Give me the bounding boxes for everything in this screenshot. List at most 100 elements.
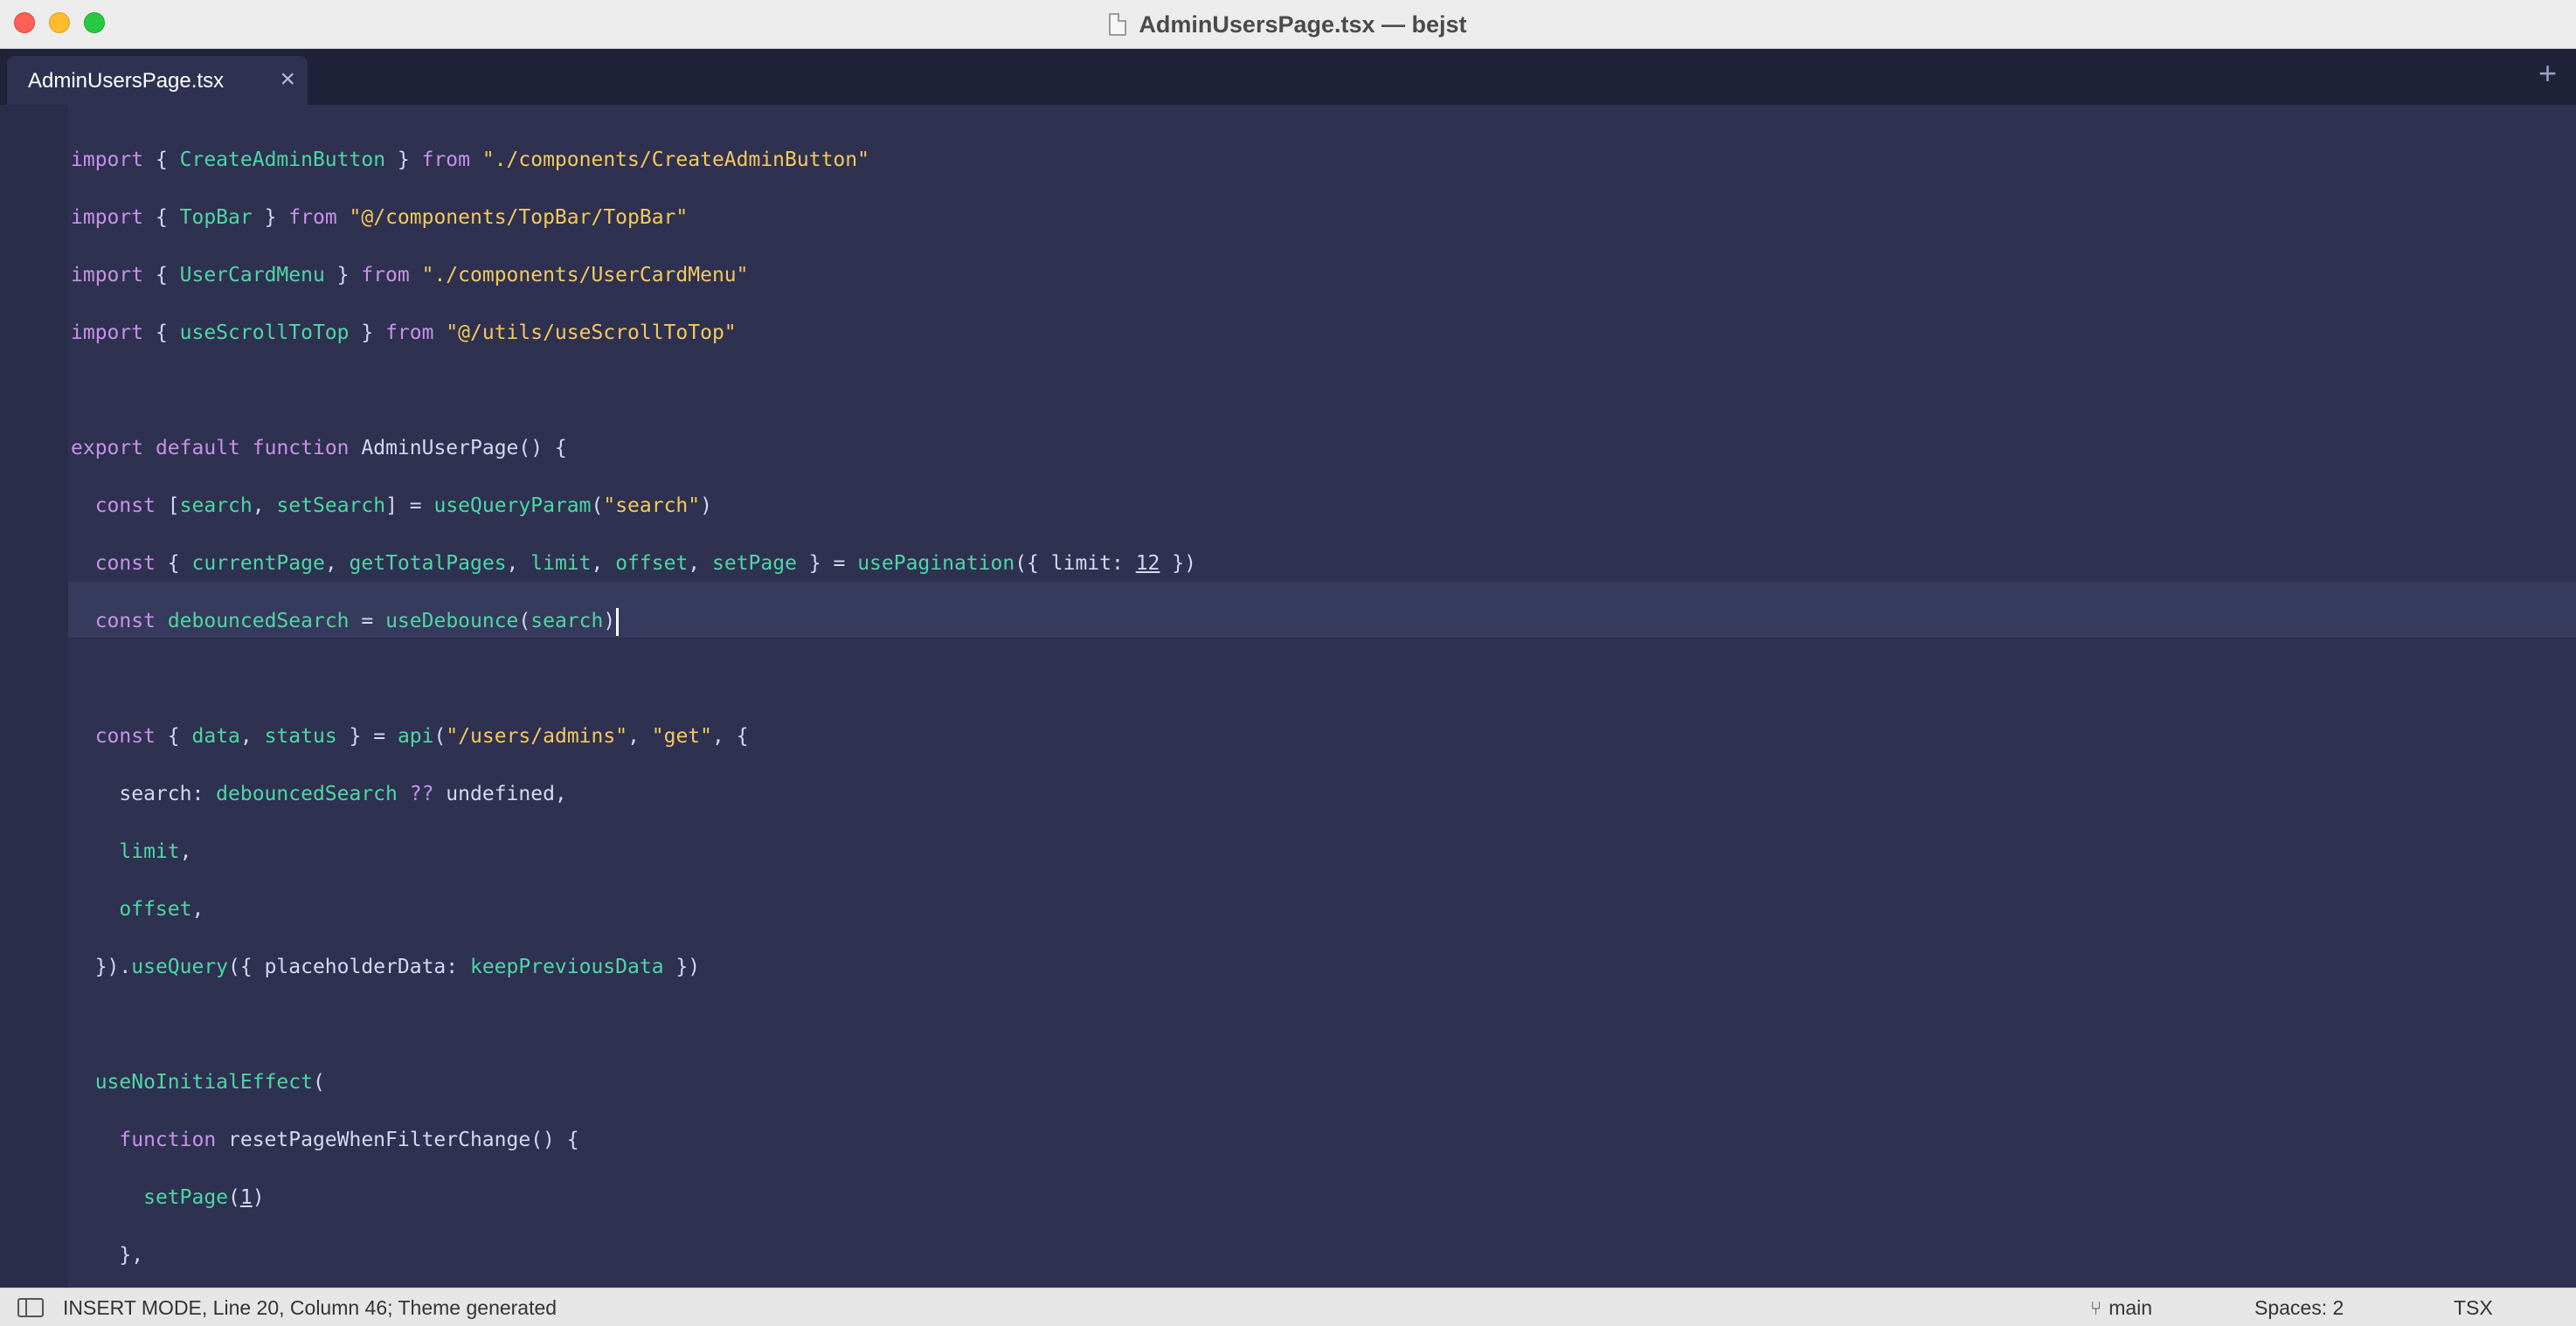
code-token: useQueryParam xyxy=(433,494,592,517)
code-line[interactable]: import { CreateAdminButton } from "./com… xyxy=(71,131,1196,189)
code-token: keepPreviousData xyxy=(469,956,664,978)
tab-label: AdminUsersPage.tsx xyxy=(28,69,225,93)
code-token: AdminUserPage() { xyxy=(349,437,567,459)
title-bar: AdminUsersPage.tsx — bejst xyxy=(0,0,2576,49)
code-token: ( xyxy=(433,725,447,748)
code-token: }) xyxy=(1160,552,1196,575)
code-line[interactable]: useNoInitialEffect( xyxy=(71,1053,1196,1111)
code-line[interactable]: search: debouncedSearch ?? undefined, xyxy=(71,765,1196,823)
code-line[interactable] xyxy=(71,650,1196,708)
code-token: "./components/UserCardMenu" xyxy=(421,264,749,287)
syntax-selector[interactable]: TSX xyxy=(2454,1296,2493,1320)
window-title-wrap: AdminUsersPage.tsx — bejst xyxy=(0,0,2576,49)
code-token: ) xyxy=(603,610,616,632)
code-token: ( xyxy=(591,494,604,517)
code-line[interactable]: }).useQuery({ placeholderData: keepPrevi… xyxy=(71,938,1196,996)
new-tab-button[interactable]: + xyxy=(2538,56,2557,91)
code-line[interactable]: const { currentPage, getTotalPages, limi… xyxy=(71,535,1196,592)
code-token: function xyxy=(119,1129,217,1151)
code-token: { xyxy=(143,148,180,171)
code-token: setSearch xyxy=(276,494,386,517)
code-line[interactable]: setPage(1) xyxy=(71,1169,1196,1226)
code-token: currentPage xyxy=(191,552,325,575)
code-token: }, xyxy=(71,1244,144,1267)
code-token: "search" xyxy=(603,494,701,517)
code-token: TopBar xyxy=(179,206,253,229)
code-token: { xyxy=(143,264,180,287)
status-bar: INSERT MODE, Line 20, Column 46; Theme g… xyxy=(0,1288,2576,1326)
code-area[interactable]: import { CreateAdminButton } from "./com… xyxy=(71,131,1196,1284)
code-token: undefined, xyxy=(433,783,567,805)
code-token: } xyxy=(385,148,422,171)
code-token: , xyxy=(179,840,192,863)
code-token: , { xyxy=(712,725,749,748)
code-token: data xyxy=(191,725,240,748)
code-token: ({ limit: xyxy=(1014,552,1136,575)
code-line[interactable]: offset, xyxy=(71,881,1196,938)
code-token: useDebounce xyxy=(385,610,519,632)
code-token: import xyxy=(71,148,144,171)
code-token: , xyxy=(591,552,616,575)
code-line[interactable]: const { data, status } = api("/users/adm… xyxy=(71,708,1196,765)
code-line[interactable]: const debouncedSearch = useDebounce(sear… xyxy=(71,592,1196,650)
tab-close-icon[interactable]: × xyxy=(280,65,295,94)
code-line[interactable]: import { UserCardMenu } from "./componen… xyxy=(71,246,1196,304)
code-line[interactable]: limit, xyxy=(71,823,1196,881)
code-token: , xyxy=(191,898,204,921)
editor-window: AdminUsersPage.tsx — bejst AdminUsersPag… xyxy=(0,0,2576,1326)
code-token: = xyxy=(349,610,386,632)
code-line[interactable]: function resetPageWhenFilterChange() { xyxy=(71,1111,1196,1169)
code-line[interactable]: import { TopBar } from "@/components/Top… xyxy=(71,189,1196,246)
code-token: ( xyxy=(518,610,531,632)
code-token: default xyxy=(155,437,240,459)
code-token: UserCardMenu xyxy=(179,264,325,287)
code-token: "@/utils/useScrollToTop" xyxy=(446,321,737,344)
code-token: debouncedSearch xyxy=(167,610,350,632)
indentation-setting[interactable]: Spaces: 2 xyxy=(2254,1296,2344,1320)
code-token: }). xyxy=(71,956,132,978)
code-token: from xyxy=(288,206,337,229)
code-token: ] = xyxy=(385,494,434,517)
status-mode-text: INSERT MODE, Line 20, Column 46; Theme g… xyxy=(63,1296,557,1319)
code-token: "get" xyxy=(651,725,713,748)
git-branch-icon: ⑂ xyxy=(2090,1296,2102,1319)
code-token: import xyxy=(71,264,144,287)
code-token: ( xyxy=(312,1071,325,1094)
branch-name: main xyxy=(2109,1296,2153,1319)
code-line[interactable]: }, xyxy=(71,1226,1196,1284)
code-token: api xyxy=(397,725,434,748)
code-line[interactable] xyxy=(71,996,1196,1053)
sidebar-toggle-icon[interactable] xyxy=(17,1298,44,1317)
code-line[interactable]: export default function AdminUserPage() … xyxy=(71,419,1196,477)
tab-adminuserspage[interactable]: AdminUsersPage.tsx × xyxy=(7,56,308,105)
code-token: getTotalPages xyxy=(349,552,507,575)
code-token: setPage xyxy=(712,552,797,575)
code-token: const xyxy=(94,552,156,575)
code-editor[interactable]: import { CreateAdminButton } from "./com… xyxy=(0,105,2576,1288)
code-token: , xyxy=(688,552,712,575)
code-line[interactable]: const [search, setSearch] = useQueryPara… xyxy=(71,477,1196,535)
code-token: offset xyxy=(615,552,689,575)
code-token: , xyxy=(506,552,531,575)
code-token: search: xyxy=(71,783,217,805)
code-token: ) xyxy=(252,1186,265,1209)
code-token: 12 xyxy=(1135,552,1160,575)
code-token: setPage xyxy=(143,1186,229,1209)
code-token: }) xyxy=(663,956,701,978)
git-branch[interactable]: ⑂ main xyxy=(2090,1296,2152,1320)
code-token: debouncedSearch xyxy=(216,783,398,805)
code-line[interactable]: import { useScrollToTop } from "@/utils/… xyxy=(71,304,1196,362)
code-token: function xyxy=(252,437,350,459)
code-line[interactable] xyxy=(71,362,1196,419)
